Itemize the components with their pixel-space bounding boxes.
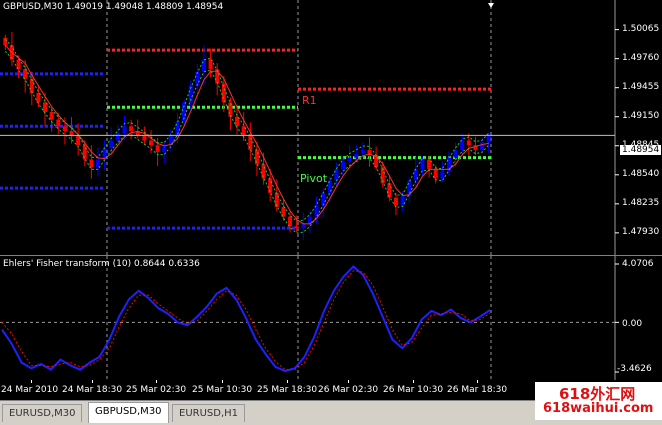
candle-body [486,135,491,143]
price-axis-label: 1.48540 [622,168,660,179]
tab-gbpusd-m30[interactable]: GBPUSD,M30 [88,402,169,423]
candle-body [341,161,346,170]
time-tick [287,380,288,383]
current-price-tag: 1.48954 [620,145,662,155]
price-chart-panel[interactable]: GBPUSD,M30 1.49019 1.49048 1.48809 1.489… [0,0,662,255]
time-axis-label: 24 Mar 18:30 [62,385,123,395]
indicator-header: Ehlers' Fisher transform (10) 0.8644 0.6… [3,259,200,269]
time-axis-label: 25 Mar 02:30 [126,385,187,395]
price-axis-label: 1.49150 [622,110,660,121]
candle-body [148,140,153,146]
time-tick [477,380,478,383]
indicator-scale-max: 4.0706 [622,259,654,269]
candle-body [347,157,352,162]
candle-body [109,140,114,149]
pivot-level-label: Pivot [300,172,328,185]
time-tick [222,380,223,383]
candle-body [62,126,67,131]
candle-body [248,135,253,151]
candle-body [393,197,398,206]
chart-header: GBPUSD,M30 1.49019 1.49048 1.48809 1.489… [3,2,224,12]
candle-body [321,192,326,206]
time-axis-label: 26 Mar 18:30 [447,385,508,395]
watermark-line2: 618waihui.com [543,401,654,416]
time-axis-label: 25 Mar 18:30 [257,385,318,395]
tab-eurusd-m30[interactable]: EURUSD,M30 [2,404,83,422]
site-watermark-logo: 618外汇网 618waihui.com [535,382,662,420]
time-tick [156,380,157,383]
candle-body [142,135,147,141]
price-axis-label: 1.50065 [622,23,660,34]
candle-body [301,224,306,229]
candle-body [89,159,94,168]
candle-body [420,159,425,170]
candle-body [466,140,471,146]
candle-body [162,145,167,152]
candle-body [354,153,359,158]
price-axis-label: 1.49455 [622,81,660,92]
indicator-scale-zero: 0.00 [622,319,643,329]
candle-body [43,102,48,112]
r1-level-label: R1 [302,94,317,107]
price-axis-label: 1.49760 [622,52,660,63]
time-axis-label: 26 Mar 02:30 [318,385,379,395]
time-tick [413,380,414,383]
candle-body [115,132,120,141]
candle-body [122,126,127,133]
candle-body [155,145,160,152]
candle-body [49,111,54,120]
candle-body [195,71,200,86]
time-tick [31,380,32,383]
indicator-panel[interactable]: Ehlers' Fisher transform (10) 0.8644 0.6… [0,256,662,380]
candle-body [360,150,365,154]
time-tick [92,380,93,383]
price-chart[interactable] [0,0,662,255]
indicator-scale-min: -3.4626 [617,364,652,374]
fisher-line [1,265,491,373]
price-axis-label: 1.47930 [622,226,660,237]
tab-eurusd-h1[interactable]: EURUSD,H1 [172,404,246,422]
time-axis-label: 26 Mar 10:30 [383,385,444,395]
candle-body [453,150,458,158]
candle-body [480,142,485,151]
candle-body [129,126,134,131]
candle-body [460,140,465,151]
candle-body [440,170,445,179]
price-axis-label: 1.48235 [622,197,660,208]
fisher-transform-chart[interactable] [0,256,662,380]
shift-marker-icon [488,3,494,8]
candle-body [56,119,61,127]
candle-body [96,159,101,168]
candle-body [3,37,8,46]
time-axis-label: 25 Mar 10:30 [192,385,253,395]
time-axis-label: 24 Mar 2010 [1,385,59,395]
candle-body [294,226,299,229]
time-tick [348,380,349,383]
